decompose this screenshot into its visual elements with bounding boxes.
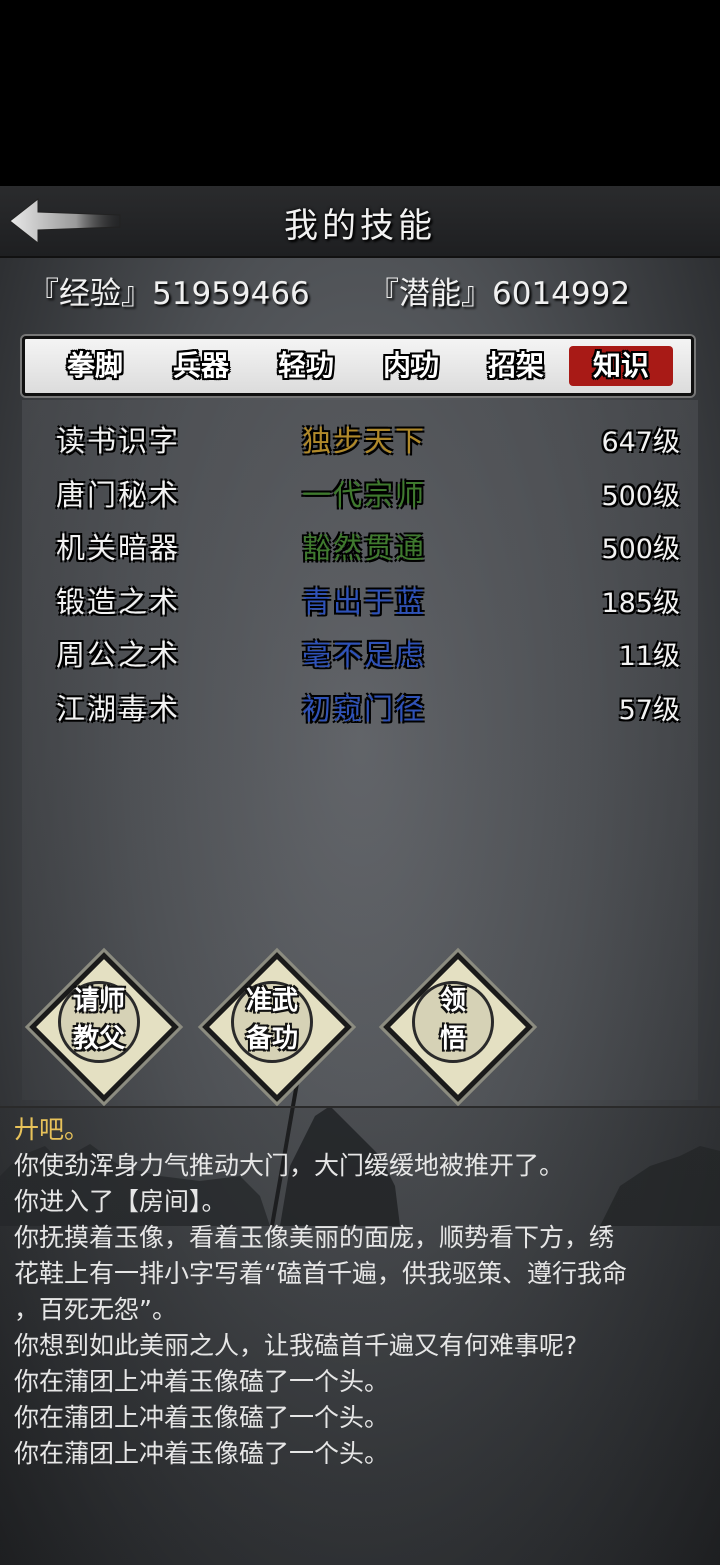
skill-name: 周公之术 [56, 638, 181, 672]
skill-row[interactable]: 周公之术 毫不足虑 11级 [22, 628, 698, 678]
comprehend-line2: 悟 [439, 1024, 466, 1054]
log-line: 廾吧。 [14, 1115, 90, 1144]
log-line: 你在蒲团上冲着玉像磕了一个头。 [14, 1367, 390, 1396]
skill-rank: 一代宗师 [302, 478, 427, 512]
skill-rank: 毫不足虑 [302, 638, 427, 672]
skill-rank: 豁然贯通 [302, 531, 427, 565]
skill-level: 500级 [601, 481, 680, 512]
skill-level: 57级 [618, 695, 680, 726]
skill-name: 锻造之术 [56, 585, 181, 619]
seek-master-label: 请师 教父 [31, 982, 167, 1058]
potential-stat: 『潜能』6014992 [368, 276, 631, 312]
game-area: 我的技能 『经验』51959466 『潜能』6014992 拳脚 兵器 轻功 内… [0, 186, 720, 1565]
log-line: 你在蒲团上冲着玉像磕了一个头。 [14, 1439, 390, 1468]
page-title: 我的技能 [284, 206, 436, 246]
log-line: 你想到如此美丽之人，让我磕首千遍又有何难事呢? [14, 1331, 578, 1360]
skill-level: 11级 [618, 641, 680, 672]
skill-row[interactable]: 唐门秘术 一代宗师 500级 [22, 468, 698, 518]
skill-level: 500级 [601, 534, 680, 565]
log-line: 花鞋上有一排小字写着“磕首千遍，供我驱策、遵行我命 [14, 1259, 627, 1288]
skill-name: 读书识字 [56, 424, 181, 458]
seek-master-button[interactable]: 请师 教父 [29, 952, 179, 1102]
skill-name: 江湖毒术 [56, 692, 181, 726]
skill-rank: 独步天下 [302, 424, 427, 458]
skill-rank: 初窥门径 [302, 692, 427, 726]
tab-lightness[interactable]: 轻功 [254, 346, 358, 386]
skill-row[interactable]: 锻造之术 青出于蓝 185级 [22, 575, 698, 625]
log-line: ，百死无怨”。 [14, 1295, 177, 1324]
screen: 我的技能 『经验』51959466 『潜能』6014992 拳脚 兵器 轻功 内… [0, 0, 720, 1565]
skill-name: 唐门秘术 [56, 478, 181, 512]
log-line: 你在蒲团上冲着玉像磕了一个头。 [14, 1403, 390, 1432]
prepare-skill-line2: 备功 [245, 1024, 298, 1054]
seek-master-line1: 请师 [72, 986, 125, 1016]
tab-fist[interactable]: 拳脚 [43, 346, 147, 386]
prepare-skill-line1: 准武 [245, 986, 298, 1016]
skill-row[interactable]: 江湖毒术 初窥门径 57级 [22, 682, 698, 732]
experience-stat: 『经验』51959466 [28, 276, 310, 312]
comprehend-label: 领 悟 [385, 982, 521, 1058]
skill-rank: 青出于蓝 [302, 585, 427, 619]
tab-knowledge[interactable]: 知识 [569, 346, 673, 386]
skill-level: 647级 [601, 427, 680, 458]
comprehend-button[interactable]: 领 悟 [383, 952, 533, 1102]
tab-weapon[interactable]: 兵器 [149, 346, 253, 386]
comprehend-line1: 领 [439, 986, 466, 1016]
tab-parry[interactable]: 招架 [464, 346, 568, 386]
message-log[interactable]: 廾吧。 你使劲浑身力气推动大门，大门缓缓地被推开了。 你进入了【房间】。 你抚摸… [0, 1106, 720, 1565]
skill-category-tabs: 拳脚 兵器 轻功 内功 招架 知识 [22, 336, 694, 396]
header-bar: 我的技能 [0, 186, 720, 258]
prepare-skill-label: 准武 备功 [204, 982, 340, 1058]
log-line: 你使劲浑身力气推动大门，大门缓缓地被推开了。 [14, 1151, 565, 1180]
skill-name: 机关暗器 [56, 531, 181, 565]
skill-row[interactable]: 读书识字 独步天下 647级 [22, 414, 698, 464]
log-line: 你抚摸着玉像，看着玉像美丽的面庞，顺势看下方，绣 [14, 1223, 615, 1252]
skill-row[interactable]: 机关暗器 豁然贯通 500级 [22, 521, 698, 571]
tab-internal[interactable]: 内功 [359, 346, 463, 386]
skill-level: 185级 [601, 588, 680, 619]
prepare-skill-button[interactable]: 准武 备功 [202, 952, 352, 1102]
seek-master-line2: 教父 [72, 1024, 125, 1054]
log-line: 你进入了【房间】。 [14, 1187, 227, 1216]
log-lines: 廾吧。 你使劲浑身力气推动大门，大门缓缓地被推开了。 你进入了【房间】。 你抚摸… [14, 1112, 708, 1472]
